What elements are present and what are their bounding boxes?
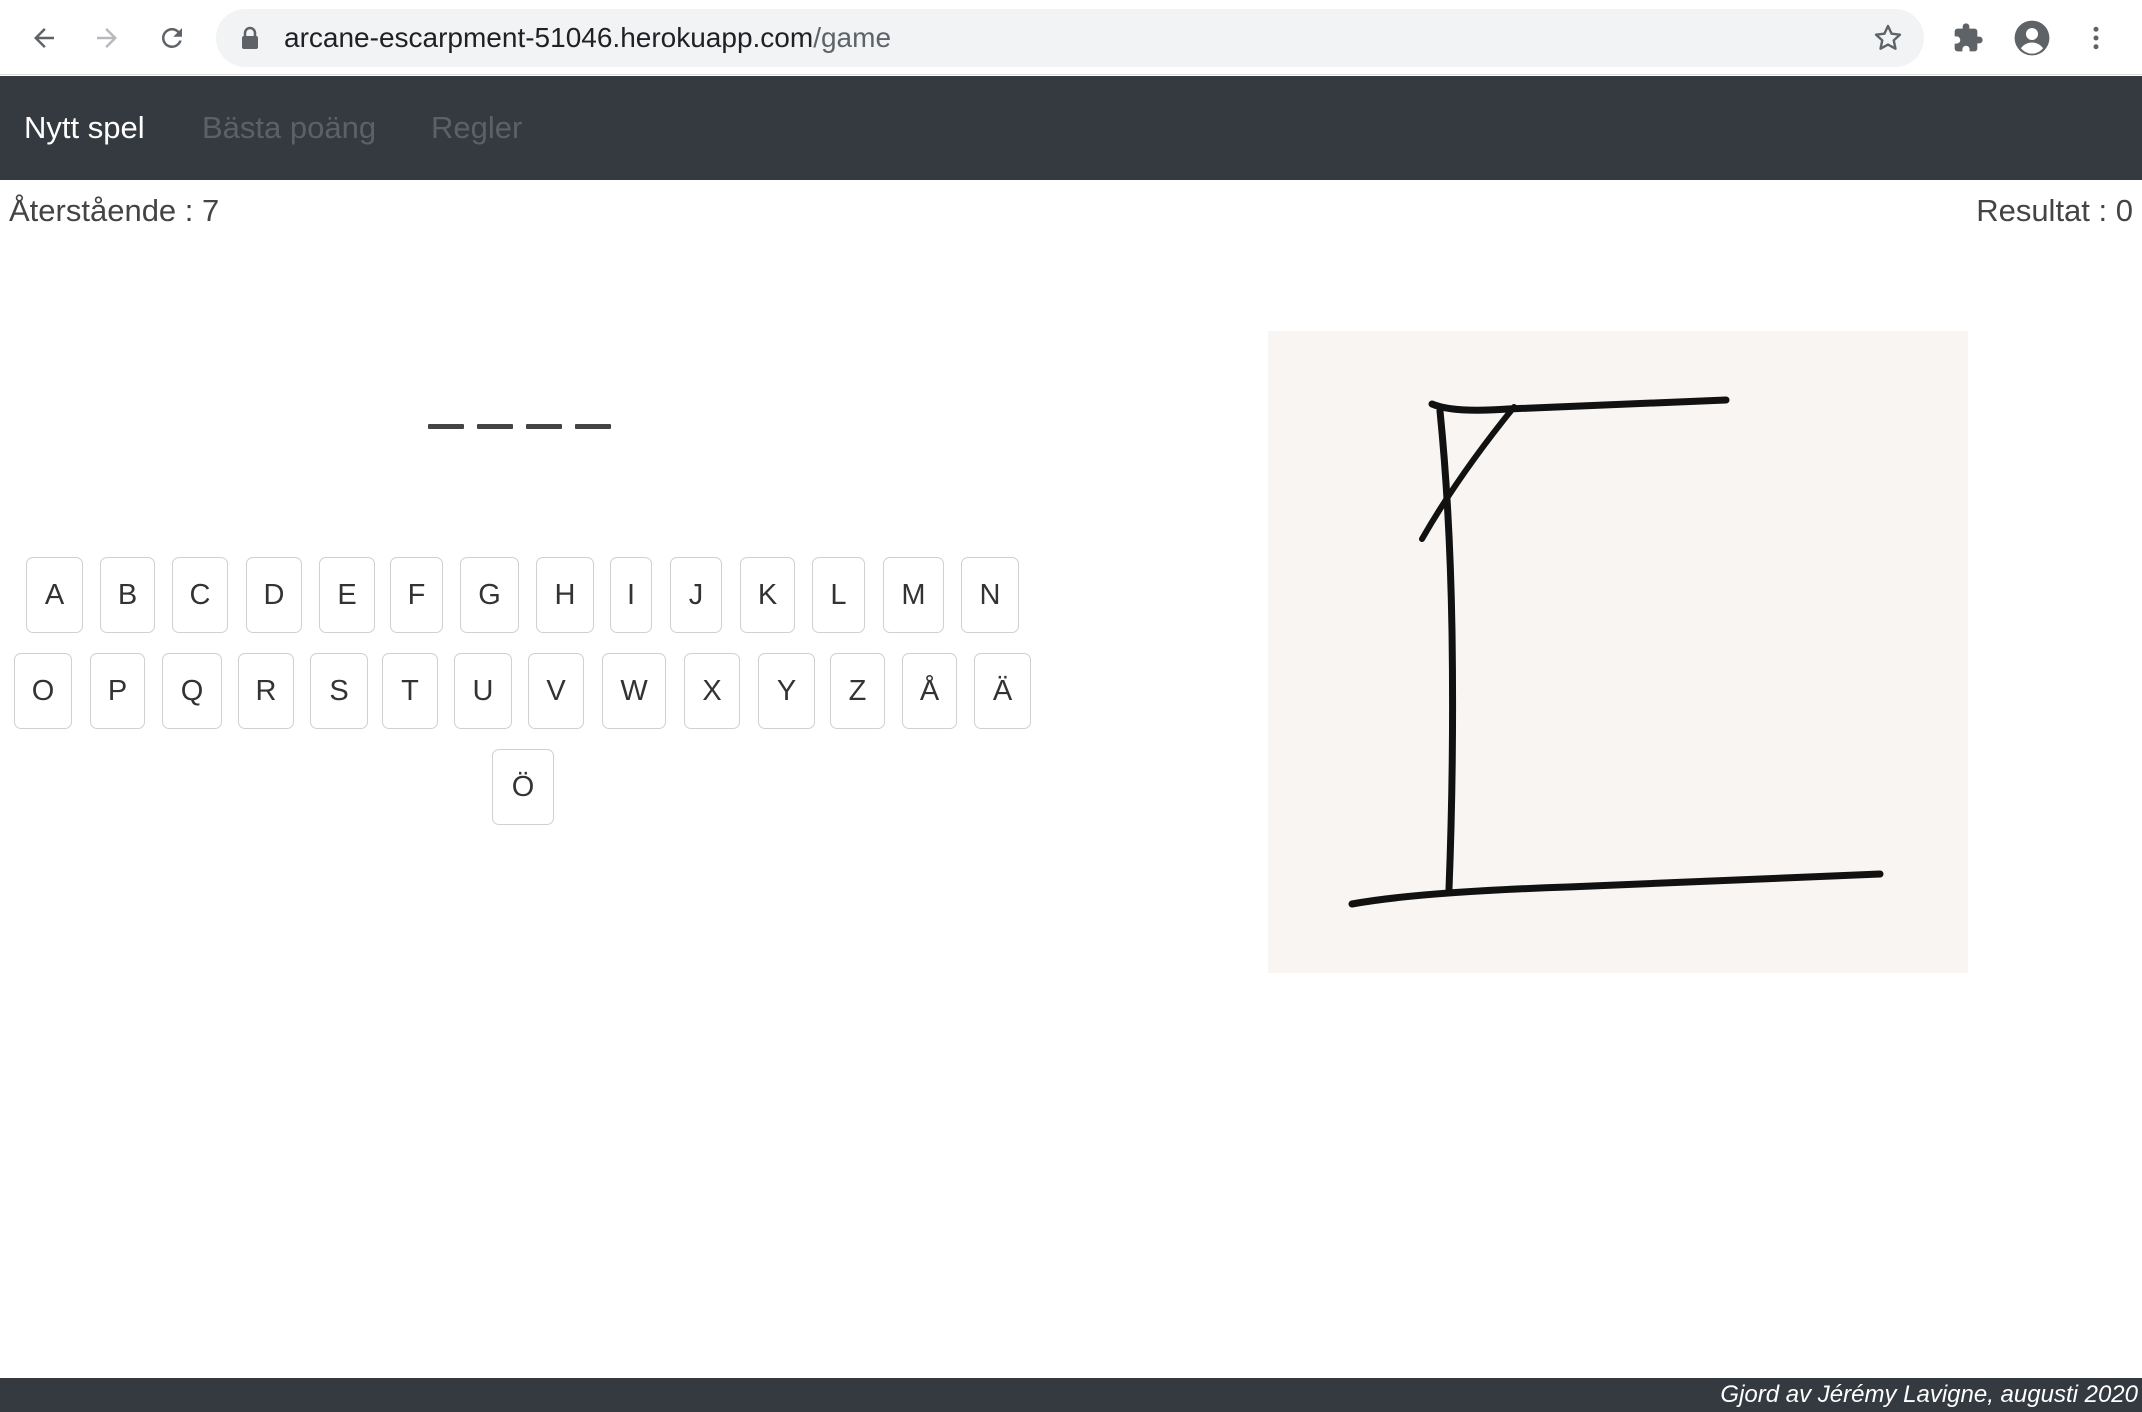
- url-text: arcane-escarpment-51046.herokuapp.com/ga…: [284, 9, 891, 67]
- reload-button[interactable]: [148, 14, 196, 62]
- puzzle-icon: [1954, 23, 1983, 52]
- arrow-right-icon: [97, 28, 117, 48]
- letter-key-x[interactable]: X: [684, 653, 740, 729]
- hangman-image: [1268, 331, 1968, 973]
- letter-blank: [477, 424, 513, 429]
- letter-blank: [428, 424, 464, 429]
- url-path: /game: [813, 22, 892, 53]
- more-vertical-icon: [2093, 26, 2099, 50]
- extensions-button[interactable]: [1944, 14, 1992, 62]
- letter-key-i[interactable]: I: [610, 557, 652, 633]
- letter-key-u[interactable]: U: [454, 653, 512, 729]
- bookmark-star-icon[interactable]: [1872, 22, 1904, 54]
- footer-credit: Gjord av Jérémy Lavigne, augusti 2020: [1720, 1381, 2138, 1408]
- reload-icon: [161, 27, 182, 48]
- letter-key-k[interactable]: K: [740, 557, 795, 633]
- letter-key-r[interactable]: R: [238, 653, 294, 729]
- word-blanks: [428, 424, 611, 429]
- letter-key-å[interactable]: Å: [902, 653, 957, 729]
- letter-key-e[interactable]: E: [319, 557, 375, 633]
- letter-key-v[interactable]: V: [528, 653, 584, 729]
- browser-toolbar: arcane-escarpment-51046.herokuapp.com/ga…: [0, 0, 2142, 75]
- letter-key-ö[interactable]: Ö: [492, 749, 554, 825]
- letter-key-s[interactable]: S: [310, 653, 368, 729]
- lock-icon: [242, 26, 258, 49]
- letter-key-g[interactable]: G: [460, 557, 519, 633]
- arrow-left-icon: [34, 28, 54, 48]
- letter-key-h[interactable]: H: [536, 557, 594, 633]
- letter-blank: [575, 424, 611, 429]
- nav-new-game[interactable]: Nytt spel: [24, 76, 145, 180]
- gallows-drawing: [1348, 396, 1884, 908]
- letter-key-m[interactable]: M: [883, 557, 944, 633]
- menu-button[interactable]: [2072, 14, 2120, 62]
- letter-key-f[interactable]: F: [390, 557, 443, 633]
- letter-key-y[interactable]: Y: [758, 653, 815, 729]
- profile-button[interactable]: [2008, 14, 2056, 62]
- letter-key-z[interactable]: Z: [830, 653, 885, 729]
- letter-key-q[interactable]: Q: [162, 653, 222, 729]
- letter-key-b[interactable]: B: [100, 557, 155, 633]
- letter-key-c[interactable]: C: [172, 557, 228, 633]
- url-host: arcane-escarpment-51046.herokuapp.com: [284, 22, 814, 53]
- letter-blank: [526, 424, 562, 429]
- letter-key-p[interactable]: P: [90, 653, 145, 729]
- back-button[interactable]: [20, 14, 68, 62]
- letter-key-j[interactable]: J: [670, 557, 722, 633]
- account-icon: [2014, 20, 2050, 56]
- footer: Gjord av Jérémy Lavigne, augusti 2020: [0, 1378, 2142, 1412]
- letter-key-ä[interactable]: Ä: [974, 653, 1031, 729]
- letter-key-n[interactable]: N: [961, 557, 1019, 633]
- nav-rules[interactable]: Regler: [431, 76, 522, 180]
- letter-key-w[interactable]: W: [602, 653, 666, 729]
- letter-key-o[interactable]: O: [14, 653, 72, 729]
- forward-button[interactable]: [83, 14, 131, 62]
- remaining-guesses: Återstående : 7: [9, 193, 220, 228]
- address-bar[interactable]: arcane-escarpment-51046.herokuapp.com/ga…: [216, 9, 1924, 67]
- letter-key-d[interactable]: D: [246, 557, 302, 633]
- app-navbar: Nytt spel Bästa poäng Regler: [0, 76, 2142, 180]
- nav-high-scores[interactable]: Bästa poäng: [202, 76, 376, 180]
- score: Resultat : 0: [1976, 193, 2133, 228]
- letter-key-l[interactable]: L: [812, 557, 865, 633]
- letter-key-t[interactable]: T: [382, 653, 438, 729]
- letter-key-a[interactable]: A: [26, 557, 83, 633]
